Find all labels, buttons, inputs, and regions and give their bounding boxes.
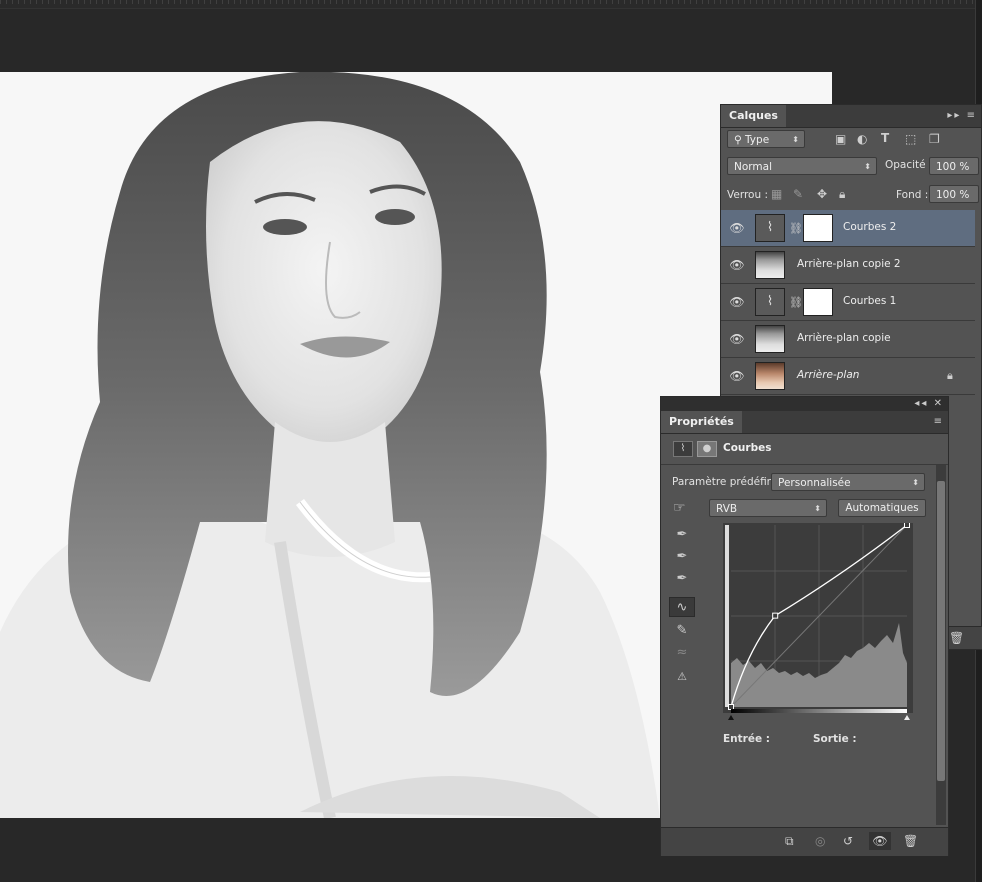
eyedropper-gray-icon[interactable]: ✒ <box>669 547 695 567</box>
fill-label: Fond : <box>896 189 929 201</box>
layer-mask-thumbnail[interactable] <box>803 288 833 316</box>
chevron-updown-icon: ⬍ <box>814 504 821 513</box>
layer-row-courbes-2[interactable]: 👁︎ ⌇ ⛓︎ Courbes 2 <box>721 210 975 247</box>
curve-control-point <box>904 523 910 528</box>
white-point-slider <box>904 715 910 720</box>
filter-shape-icon[interactable]: ⬚ <box>905 132 916 146</box>
eye-icon[interactable]: 👁︎ <box>729 257 745 273</box>
eye-icon[interactable]: 👁︎ <box>729 368 745 384</box>
trash-icon[interactable]: 🗑︎ <box>949 631 964 645</box>
layer-row-arriere-plan-copie-2[interactable]: 👁︎ Arrière-plan copie 2 <box>721 247 975 284</box>
layer-filter-dropdown[interactable]: ⚲ Type ⬍ <box>727 130 805 148</box>
top-ruler-strip <box>0 0 982 9</box>
eyedropper-white-icon[interactable]: ✒ <box>669 569 695 589</box>
curves-adjustment-icon: ⌇ <box>755 214 785 242</box>
lock-icon: 🔒︎ <box>947 369 953 382</box>
channel-value: RVB <box>716 503 738 515</box>
layer-name[interactable]: Arrière-plan copie <box>797 332 891 344</box>
layer-thumbnail <box>755 251 785 279</box>
layer-name[interactable]: Courbes 2 <box>843 221 896 233</box>
filter-pixel-icon[interactable]: ▣ <box>835 132 846 146</box>
curves-adjustment-icon: ⌇ <box>755 288 785 316</box>
preset-label: Paramètre prédéfini : <box>672 476 784 488</box>
scroll-thumb[interactable] <box>937 481 945 781</box>
fill-value: 100 % <box>936 189 970 201</box>
eye-icon[interactable]: 👁︎ <box>729 294 745 310</box>
panel-menu-icon[interactable]: ▸▸ ≡ <box>947 105 977 127</box>
lock-paint-icon[interactable]: ✎ <box>793 187 803 201</box>
properties-panel: ◂◂ ✕ Propriétés ≡ ⌇ ● Courbes Paramètre … <box>660 396 949 856</box>
properties-tabbar: Propriétés ≡ <box>661 411 948 434</box>
layer-row-arriere-plan[interactable]: 👁︎ Arrière-plan 🔒︎ <box>721 358 975 395</box>
opacity-label: Opacité : <box>885 159 933 171</box>
properties-title: Courbes <box>723 442 772 454</box>
curve-control-point <box>772 612 779 619</box>
properties-footer: ⧉ ◎ ↺ 👁︎ 🗑︎ <box>661 827 948 856</box>
link-icon[interactable]: ⛓︎ <box>789 222 803 235</box>
panel-menu-icon[interactable]: ≡ <box>934 411 944 433</box>
chevron-updown-icon: ⬍ <box>792 135 799 144</box>
output-gradient-bar <box>725 525 729 707</box>
input-gradient-bar <box>731 709 907 713</box>
trash-icon[interactable]: 🗑︎ <box>903 834 918 848</box>
pencil-icon[interactable]: ✎ <box>669 621 695 641</box>
auto-button[interactable]: Automatiques <box>838 499 926 517</box>
layer-name[interactable]: Arrière-plan copie 2 <box>797 258 901 270</box>
visibility-icon[interactable]: 👁︎ <box>869 832 891 850</box>
curve-edit-icon[interactable]: ∿ <box>669 597 695 617</box>
lock-label: Verrou : <box>727 189 769 201</box>
reset-icon[interactable]: ↺ <box>843 834 853 848</box>
opacity-input[interactable]: 100 % <box>929 157 979 175</box>
output-label: Sortie : <box>813 733 857 745</box>
lock-all-icon[interactable]: 🔒︎ <box>839 187 845 201</box>
eyedropper-black-icon[interactable]: ✒ <box>669 525 695 545</box>
layer-name[interactable]: Courbes 1 <box>843 295 896 307</box>
properties-scrollbar[interactable] <box>936 465 946 825</box>
opacity-value: 100 % <box>936 161 970 173</box>
properties-titlebar: ◂◂ ✕ <box>661 397 948 411</box>
properties-header: ⌇ ● Courbes <box>661 434 948 465</box>
collapse-close-icons[interactable]: ◂◂ ✕ <box>914 397 944 411</box>
preset-dropdown[interactable]: Personnalisée ⬍ <box>771 473 925 491</box>
layer-row-courbes-1[interactable]: 👁︎ ⌇ ⛓︎ Courbes 1 <box>721 284 975 321</box>
on-image-adjust-icon[interactable]: ☞ <box>673 501 686 515</box>
mask-icon[interactable]: ● <box>697 441 717 457</box>
blend-mode-dropdown[interactable]: Normal ⬍ <box>727 157 877 175</box>
chevron-updown-icon: ⬍ <box>864 162 871 171</box>
layer-row-arriere-plan-copie[interactable]: 👁︎ Arrière-plan copie <box>721 321 975 358</box>
lock-position-icon[interactable]: ✥ <box>817 187 827 201</box>
filter-type-value: Type <box>745 134 770 146</box>
link-icon[interactable]: ⛓︎ <box>789 296 803 309</box>
filter-adjustment-icon[interactable]: ◐ <box>857 132 867 146</box>
layer-name[interactable]: Arrière-plan <box>797 369 859 381</box>
fill-input[interactable]: 100 % <box>929 185 979 203</box>
black-point-slider <box>728 715 734 720</box>
curves-graph[interactable] <box>723 523 913 723</box>
layers-tabbar: Calques ▸▸ ≡ <box>721 105 981 128</box>
layer-mask-thumbnail[interactable] <box>803 214 833 242</box>
preset-value: Personnalisée <box>778 477 851 489</box>
tab-layers[interactable]: Calques <box>721 105 786 127</box>
filter-smartobject-icon[interactable]: ❐ <box>929 132 940 146</box>
tab-properties[interactable]: Propriétés <box>661 411 742 433</box>
filter-type-icon[interactable]: T <box>881 131 889 145</box>
layer-thumbnail <box>755 362 785 390</box>
layer-thumbnail <box>755 325 785 353</box>
input-label: Entrée : <box>723 733 770 745</box>
search-icon: ⚲ <box>734 134 746 146</box>
curve-control-point <box>728 704 734 710</box>
eye-icon[interactable]: 👁︎ <box>729 220 745 236</box>
chevron-updown-icon: ⬍ <box>912 478 919 487</box>
view-previous-icon[interactable]: ◎ <box>815 834 825 848</box>
clip-to-layer-icon[interactable]: ⧉ <box>785 834 794 848</box>
eye-icon[interactable]: 👁︎ <box>729 331 745 347</box>
channel-dropdown[interactable]: RVB ⬍ <box>709 499 827 517</box>
blend-mode-value: Normal <box>734 161 772 173</box>
lock-transparent-icon[interactable]: ▦ <box>771 187 782 201</box>
clipping-warning-icon[interactable]: ⚠ <box>669 667 695 687</box>
layers-list: 👁︎ ⌇ ⛓︎ Courbes 2 👁︎ Arrière-plan copie … <box>721 210 982 400</box>
curves-icon[interactable]: ⌇ <box>673 441 693 457</box>
smooth-icon[interactable]: ≈ <box>669 643 695 663</box>
